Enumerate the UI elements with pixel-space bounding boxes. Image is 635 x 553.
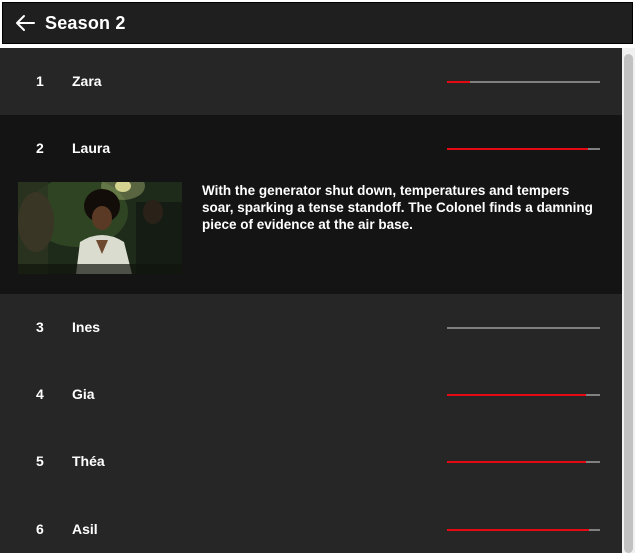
episode-item-4[interactable]: 4 Gia — [0, 361, 622, 428]
episode-item-5[interactable]: 5 Théa — [0, 428, 622, 495]
progress-fill — [447, 81, 470, 83]
episode-thumbnail[interactable] — [18, 182, 182, 274]
episode-number: 6 — [36, 521, 44, 537]
episode-title: Ines — [72, 319, 101, 335]
progress-bar — [447, 529, 600, 531]
episode-number: 4 — [36, 386, 44, 402]
episode-item-1[interactable]: 1 Zara — [0, 48, 622, 115]
progress-fill — [447, 148, 588, 150]
episode-synopsis: With the generator shut down, temperatur… — [202, 183, 593, 232]
episode-title: Laura — [72, 140, 111, 156]
episode-item-2[interactable]: 2 Laura With the generator shut down, te… — [0, 115, 622, 294]
episode-title: Gia — [72, 386, 95, 402]
season-header: Season 2 — [2, 2, 633, 44]
episode-item-6[interactable]: 6 Asil — [0, 496, 622, 553]
back-arrow-icon[interactable] — [14, 12, 36, 34]
episode-list: 1 Zara 2 Laura With the generator shut d… — [0, 48, 622, 553]
progress-bar — [447, 327, 600, 329]
progress-bar — [447, 81, 600, 83]
episode-title: Zara — [72, 73, 102, 89]
episode-number: 2 — [36, 140, 44, 156]
progress-bar — [447, 394, 600, 396]
episode-number: 1 — [36, 73, 44, 89]
progress-fill — [447, 529, 590, 531]
episode-number: 5 — [36, 453, 44, 469]
episode-title: Asil — [72, 521, 98, 537]
episode-title: Théa — [72, 453, 105, 469]
scrollbar-thumb[interactable] — [624, 54, 633, 553]
progress-fill — [447, 394, 587, 396]
progress-bar — [447, 461, 600, 463]
progress-fill — [447, 461, 587, 463]
progress-bar — [447, 148, 600, 150]
season-title: Season 2 — [45, 12, 126, 33]
episode-item-3[interactable]: 3 Ines — [0, 294, 622, 361]
episode-number: 3 — [36, 319, 44, 335]
